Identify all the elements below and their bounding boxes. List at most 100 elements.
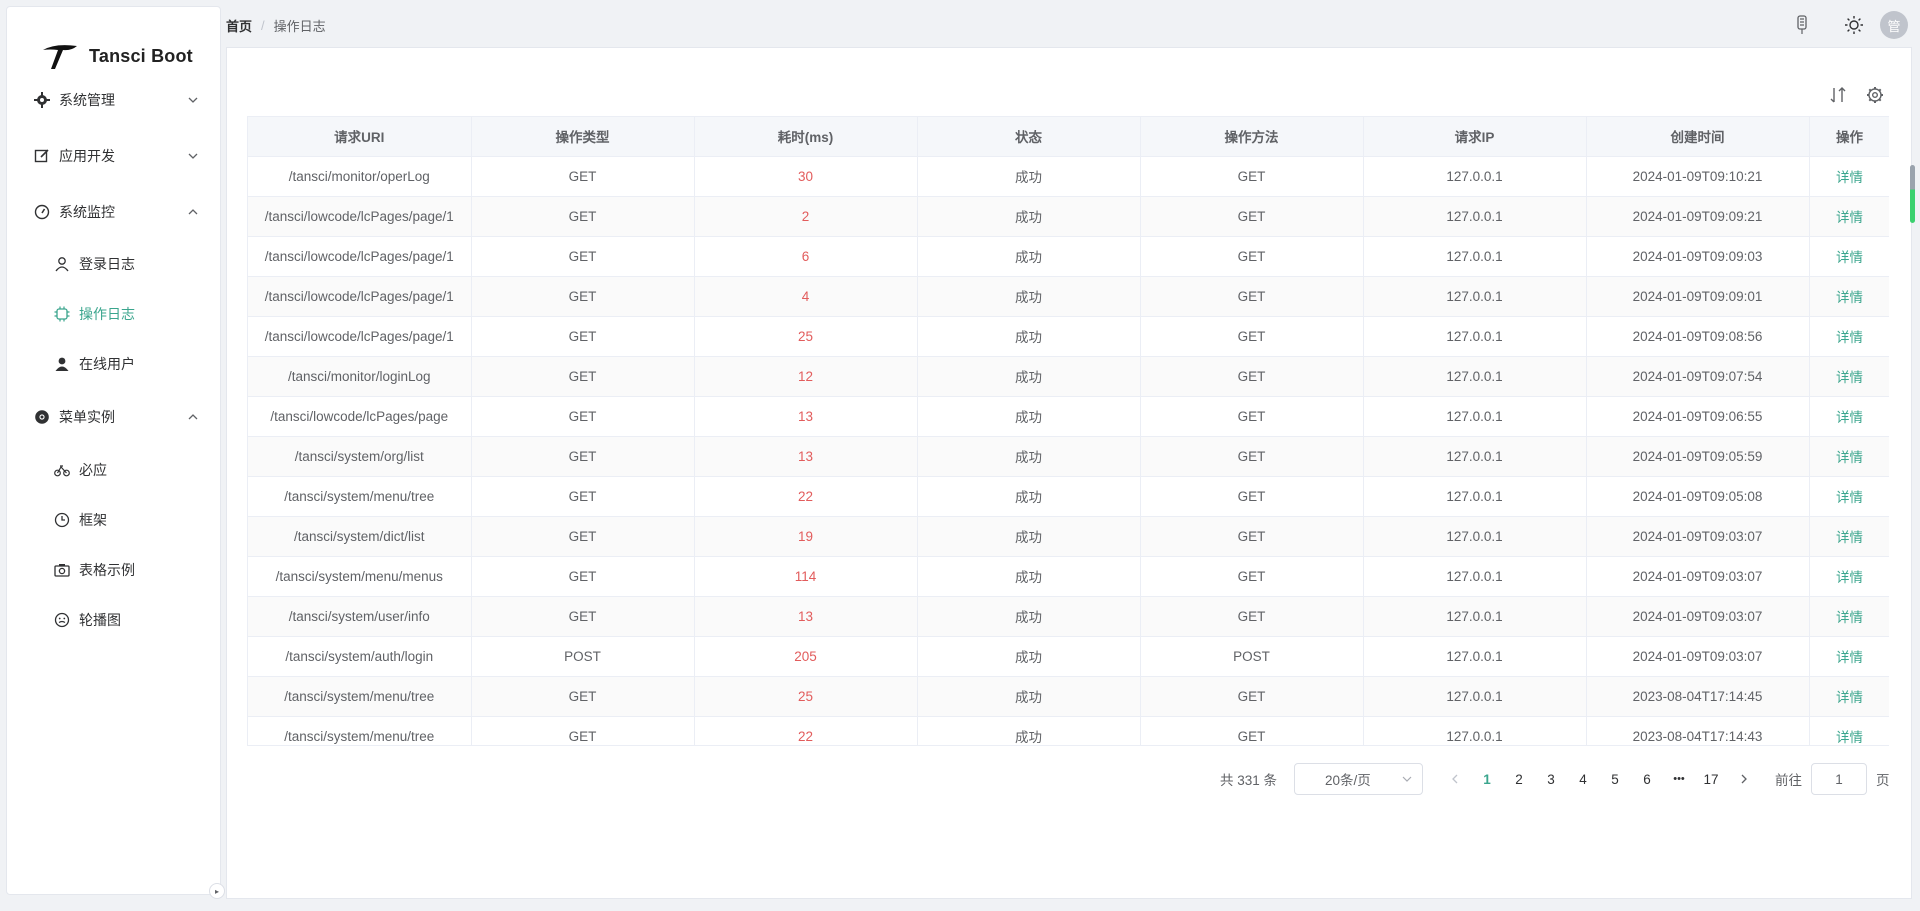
detail-link[interactable]: 详情 bbox=[1809, 276, 1889, 317]
detail-link[interactable]: 详情 bbox=[1809, 636, 1889, 677]
table-row[interactable]: /tansci/monitor/operLog GET 30 成功 GET 127.0.0… bbox=[248, 156, 1889, 197]
detail-link[interactable]: 详情 bbox=[1809, 356, 1889, 397]
app-logo[interactable]: Tansci Boot bbox=[41, 39, 193, 73]
detail-link[interactable]: 详情 bbox=[1809, 316, 1889, 357]
column-header-status[interactable]: 状态 bbox=[917, 117, 1141, 157]
detail-link[interactable]: 详情 bbox=[1809, 156, 1889, 197]
sidebar-item-frame[interactable]: 框架 bbox=[7, 500, 222, 540]
table-row[interactable]: /tansci/system/auth/login POST 205 成功 POST 12… bbox=[248, 636, 1889, 677]
avatar[interactable]: 管 bbox=[1880, 11, 1908, 39]
mic-icon[interactable] bbox=[1791, 14, 1813, 36]
cell-type: GET bbox=[471, 276, 695, 317]
detail-link[interactable]: 详情 bbox=[1809, 676, 1889, 717]
sidebar-item-online-users[interactable]: 在线用户 bbox=[7, 344, 222, 384]
breadcrumb-separator: / bbox=[261, 18, 265, 33]
cell-type: GET bbox=[471, 236, 695, 277]
breadcrumb: 首页 / 操作日志 bbox=[226, 16, 326, 35]
cell-status: 成功 bbox=[917, 436, 1141, 477]
settings-icon[interactable] bbox=[1864, 84, 1886, 106]
goto-page-input[interactable] bbox=[1811, 763, 1867, 795]
cell-method: GET bbox=[1140, 716, 1364, 745]
cell-duration: 205 bbox=[694, 636, 918, 677]
chevron-right-icon bbox=[1741, 774, 1747, 784]
detail-link[interactable]: 详情 bbox=[1809, 196, 1889, 237]
cell-ip: 127.0.0.1 bbox=[1363, 316, 1587, 357]
table-row[interactable]: /tansci/monitor/loginLog GET 12 成功 GET 127.0.… bbox=[248, 356, 1889, 397]
cell-type: GET bbox=[471, 436, 695, 477]
menu-group-menu-examples[interactable]: 菜单实例 bbox=[7, 397, 222, 437]
table-scrollbar[interactable] bbox=[1910, 165, 1915, 223]
sidebar-item-label: 操作日志 bbox=[79, 306, 135, 322]
cell-type: GET bbox=[471, 396, 695, 437]
detail-link[interactable]: 详情 bbox=[1809, 556, 1889, 597]
chevron-up-icon bbox=[188, 414, 198, 420]
page-ellipsis[interactable]: ••• bbox=[1668, 763, 1690, 795]
cell-ip: 127.0.0.1 bbox=[1363, 676, 1587, 717]
cell-time: 2024-01-09T09:06:55 bbox=[1586, 396, 1810, 437]
table-row[interactable]: /tansci/lowcode/lcPages/page GET 13 成功 GET 12… bbox=[248, 396, 1889, 437]
menu-group-system-management[interactable]: 系统管理 bbox=[7, 80, 222, 120]
menu-group-system-monitor[interactable]: 系统监控 bbox=[7, 192, 222, 232]
column-header-duration[interactable]: 耗时(ms) bbox=[694, 117, 918, 157]
table-row[interactable]: /tansci/lowcode/lcPages/page/1 GET 25 成功 GET… bbox=[248, 316, 1889, 357]
cell-method: GET bbox=[1140, 516, 1364, 557]
cell-type: GET bbox=[471, 516, 695, 557]
table-row[interactable]: /tansci/system/user/info GET 13 成功 GET 127.0.… bbox=[248, 596, 1889, 637]
column-header-method[interactable]: 操作方法 bbox=[1140, 117, 1364, 157]
cell-time: 2023-08-04T17:14:45 bbox=[1586, 676, 1810, 717]
sidebar-collapse-button[interactable]: ▸ bbox=[209, 883, 225, 899]
detail-link[interactable]: 详情 bbox=[1809, 396, 1889, 437]
detail-link[interactable]: 详情 bbox=[1809, 476, 1889, 517]
detail-link[interactable]: 详情 bbox=[1809, 516, 1889, 557]
menu-group-label: 系统管理 bbox=[59, 92, 115, 108]
detail-link[interactable]: 详情 bbox=[1809, 236, 1889, 277]
column-header-ip[interactable]: 请求IP bbox=[1363, 117, 1587, 157]
table-row[interactable]: /tansci/system/menu/menus GET 114 成功 GET 127.… bbox=[248, 556, 1889, 597]
detail-link[interactable]: 详情 bbox=[1809, 436, 1889, 477]
page-button-1[interactable]: 1 bbox=[1476, 763, 1498, 795]
sidebar-item-bing[interactable]: 必应 bbox=[7, 450, 222, 490]
table-row[interactable]: /tansci/system/menu/tree GET 22 成功 GET 127.0.… bbox=[248, 476, 1889, 517]
page-size-select[interactable]: 20条/页 bbox=[1294, 763, 1423, 795]
detail-link[interactable]: 详情 bbox=[1809, 596, 1889, 637]
page-button-6[interactable]: 6 bbox=[1636, 763, 1658, 795]
cell-status: 成功 bbox=[917, 716, 1141, 745]
table-row[interactable]: /tansci/system/menu/tree GET 22 成功 GET 127.0.… bbox=[248, 716, 1889, 745]
menu-group-app-development[interactable]: 应用开发 bbox=[7, 136, 222, 176]
next-page-button[interactable] bbox=[1733, 763, 1755, 795]
breadcrumb-home[interactable]: 首页 bbox=[226, 16, 252, 35]
sidebar-item-carousel[interactable]: 轮播图 bbox=[7, 600, 222, 640]
cell-uri: /tansci/monitor/operLog bbox=[248, 156, 472, 197]
column-header-type[interactable]: 操作类型 bbox=[471, 117, 695, 157]
page-button-last[interactable]: 17 bbox=[1700, 763, 1722, 795]
sidebar-item-table-example[interactable]: 表格示例 bbox=[7, 550, 222, 590]
cell-uri: /tansci/system/auth/login bbox=[248, 636, 472, 677]
page-button-5[interactable]: 5 bbox=[1604, 763, 1626, 795]
page-button-2[interactable]: 2 bbox=[1508, 763, 1530, 795]
column-header-time[interactable]: 创建时间 bbox=[1586, 117, 1810, 157]
page-size-value: 20条/页 bbox=[1325, 773, 1371, 788]
cell-method: GET bbox=[1140, 556, 1364, 597]
table-row[interactable]: /tansci/lowcode/lcPages/page/1 GET 2 成功 GET 1… bbox=[248, 196, 1889, 237]
prev-page-button[interactable] bbox=[1444, 763, 1466, 795]
sidebar-item-label: 必应 bbox=[79, 462, 107, 478]
page-button-4[interactable]: 4 bbox=[1572, 763, 1594, 795]
sidebar-item-login-log[interactable]: 登录日志 bbox=[7, 244, 222, 284]
table-row[interactable]: /tansci/system/dict/list GET 19 成功 GET 127.0.… bbox=[248, 516, 1889, 557]
sort-icon[interactable] bbox=[1827, 84, 1849, 106]
gear-icon bbox=[33, 91, 51, 109]
column-header-uri[interactable]: 请求URI bbox=[248, 117, 472, 157]
cell-method: GET bbox=[1140, 476, 1364, 517]
cell-time: 2024-01-09T09:08:56 bbox=[1586, 316, 1810, 357]
cell-ip: 127.0.0.1 bbox=[1363, 556, 1587, 597]
table-row[interactable]: /tansci/lowcode/lcPages/page/1 GET 6 成功 GET 1… bbox=[248, 236, 1889, 277]
cell-duration: 25 bbox=[694, 676, 918, 717]
detail-link[interactable]: 详情 bbox=[1809, 716, 1889, 745]
sidebar-item-operation-log[interactable]: 操作日志 bbox=[7, 294, 222, 334]
sun-icon[interactable] bbox=[1843, 14, 1865, 36]
page-button-3[interactable]: 3 bbox=[1540, 763, 1562, 795]
table-row[interactable]: /tansci/system/org/list GET 13 成功 GET 127.0.0… bbox=[248, 436, 1889, 477]
clock-icon bbox=[53, 511, 71, 529]
table-row[interactable]: /tansci/system/menu/tree GET 25 成功 GET 127.0.… bbox=[248, 676, 1889, 717]
table-row[interactable]: /tansci/lowcode/lcPages/page/1 GET 4 成功 GET 1… bbox=[248, 276, 1889, 317]
